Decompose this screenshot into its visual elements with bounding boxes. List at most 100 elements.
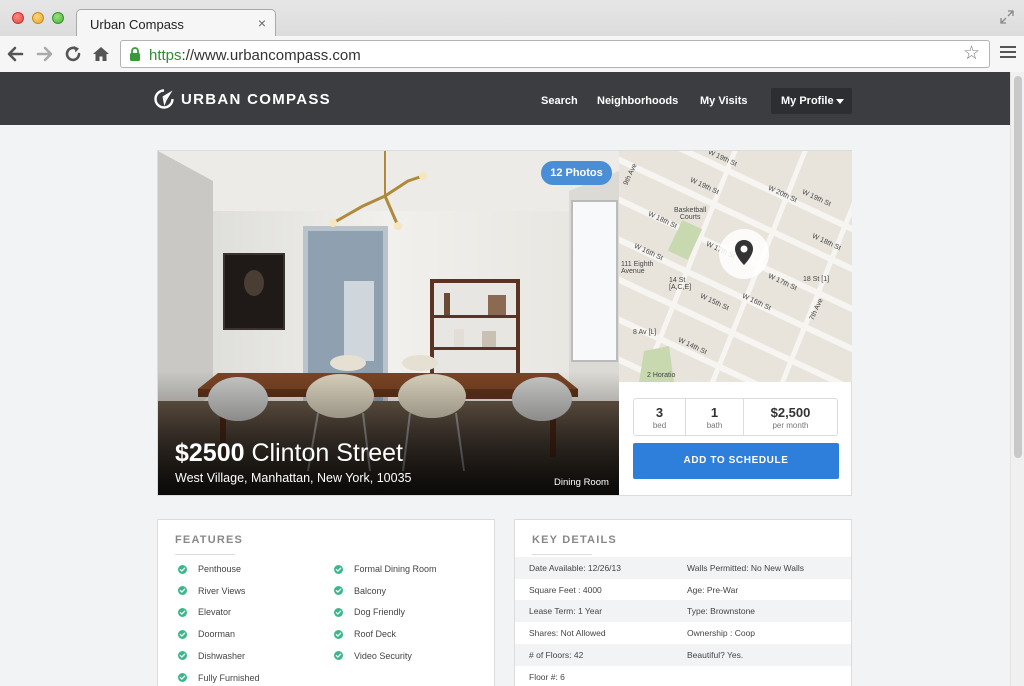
neighborhood-map[interactable]: W 19th St W 20th St W 19th St W 19th St …	[619, 151, 852, 382]
feature-label: Penthouse	[198, 564, 242, 574]
browser-tab[interactable]: Urban Compass ×	[76, 9, 276, 37]
beds-label: bed	[652, 421, 667, 430]
map-label: 2 Horatio	[647, 372, 676, 379]
rent-stat: $2,500 per month	[743, 399, 837, 435]
listing-address: West Village, Manhattan, New York, 10035	[175, 471, 412, 485]
bookmark-star-icon[interactable]: ☆	[963, 44, 983, 64]
page-scrollbar[interactable]	[1010, 72, 1024, 686]
browser-menu-icon[interactable]	[1000, 46, 1016, 60]
check-circle-icon	[178, 651, 187, 661]
site-logo[interactable]: URBAN COMPASS	[153, 88, 331, 110]
nav-my-visits-link[interactable]: My Visits	[700, 95, 748, 107]
reload-icon[interactable]	[63, 44, 83, 64]
map-label: 111 Eighth Avenue	[621, 261, 654, 275]
feature-label: Dog Friendly	[354, 607, 406, 618]
key-detail-cell: Lease Term: 1 Year	[529, 606, 603, 617]
nav-search-link[interactable]: Search	[541, 95, 578, 107]
caret-down-icon	[836, 99, 844, 104]
beds-value: 3	[655, 405, 664, 420]
window-close-button[interactable]	[12, 12, 24, 24]
listing-photo[interactable]: 12 Photos $2500 Clinton Street West Vill…	[158, 151, 619, 495]
key-detail-cell: Square Feet : 4000	[529, 584, 602, 595]
tab-strip: Urban Compass ×	[0, 0, 1024, 37]
check-circle-icon	[178, 586, 187, 596]
feature-item: Video Security	[334, 650, 412, 662]
map-label: Basketball Courts	[674, 207, 707, 221]
map-label: 18 St [1]	[803, 276, 830, 283]
key-detail-cell: Type: Brownstone	[687, 606, 756, 617]
map-pin[interactable]	[719, 229, 769, 279]
url-text: https://www.urbancompass.com	[149, 47, 361, 64]
browser-toolbar: https://www.urbancompass.com ☆	[0, 36, 1024, 72]
check-circle-icon	[334, 586, 343, 596]
listing-price: $2500	[175, 439, 245, 467]
browser-chrome: Urban Compass × https://www.urbancompass…	[0, 0, 1024, 72]
logo-text: URBAN COMPASS	[181, 90, 331, 108]
feature-label: Dishwasher	[198, 650, 246, 661]
back-arrow-icon[interactable]	[6, 44, 26, 64]
feature-label: Elevator	[198, 607, 232, 618]
feature-item: Roof Deck	[334, 628, 396, 640]
key-details-row: Shares: Not Allowed Ownership : Coop	[515, 622, 851, 644]
key-details-row: # of Floors: 42 Beautiful? Yes.	[515, 643, 851, 666]
feature-item: River Views	[178, 585, 245, 597]
baths-value: 1	[710, 405, 719, 420]
fullscreen-icon[interactable]	[1000, 10, 1014, 24]
photos-count-badge[interactable]: 12 Photos	[541, 161, 612, 185]
beds-stat: 3 bed	[634, 399, 685, 435]
key-detail-cell: Floor #: 6	[529, 671, 565, 682]
feature-item: Dog Friendly	[334, 606, 405, 618]
feature-label: Roof Deck	[354, 629, 397, 640]
feature-item: Fully Furnished	[178, 672, 260, 684]
nav-neighborhoods-link[interactable]: Neighborhoods	[597, 95, 678, 107]
address-bar[interactable]: https://www.urbancompass.com ☆	[120, 40, 990, 68]
url-host: ://www.urbancompass.com	[181, 47, 361, 64]
feature-item: Doorman	[178, 628, 235, 640]
check-circle-icon	[334, 651, 343, 661]
map-label: 14 St [A,C,E]	[669, 277, 692, 291]
features-panel: FEATURES Penthouse River Views Elevator Doo…	[157, 519, 495, 686]
listing-street: Clinton Street	[251, 439, 403, 467]
my-profile-label: My Profile	[781, 95, 834, 107]
feature-label: Fully Furnished	[198, 672, 260, 683]
lock-icon	[130, 47, 140, 61]
feature-item: Elevator	[178, 606, 231, 618]
map-label: 8 Av [L]	[633, 329, 657, 336]
check-circle-icon	[334, 607, 343, 617]
my-profile-dropdown[interactable]: My Profile	[771, 88, 852, 114]
feature-label: River Views	[198, 585, 246, 596]
feature-item: Formal Dining Room	[334, 563, 437, 575]
rent-value: $2,500	[770, 405, 811, 420]
feature-label: Balcony	[354, 585, 387, 596]
rent-label: per month	[772, 421, 809, 430]
key-detail-cell: Age: Pre-War	[687, 584, 739, 595]
check-circle-icon	[178, 564, 187, 574]
check-circle-icon	[178, 607, 187, 617]
feature-item: Penthouse	[178, 563, 241, 575]
check-circle-icon	[178, 673, 187, 682]
forward-arrow-icon[interactable]	[34, 44, 54, 64]
add-to-schedule-button[interactable]: ADD TO SCHEDULE	[633, 443, 839, 479]
window-minimize-button[interactable]	[32, 12, 44, 24]
key-detail-cell: Shares: Not Allowed	[529, 628, 606, 639]
feature-label: Video Security	[354, 650, 412, 661]
location-pin-icon	[735, 240, 753, 265]
window-maximize-button[interactable]	[52, 12, 64, 24]
key-details-row: Lease Term: 1 Year Type: Brownstone	[515, 600, 851, 623]
feature-label: Formal Dining Room	[354, 564, 437, 574]
compass-logo-icon	[154, 89, 174, 109]
key-detail-cell: Walls Permitted: No New Walls	[687, 563, 804, 573]
tab-close-icon[interactable]: ×	[258, 15, 266, 31]
key-details-panel: KEY DETAILS Date Available: 12/26/13 Wall…	[514, 519, 852, 686]
url-scheme: https	[149, 47, 182, 64]
key-detail-cell: Ownership : Coop	[687, 628, 756, 639]
key-detail-cell: # of Floors: 42	[529, 649, 584, 660]
home-icon[interactable]	[91, 44, 111, 64]
features-title: FEATURES	[175, 534, 244, 555]
feature-item: Dishwasher	[178, 650, 245, 662]
key-details-row: Floor #: 6	[515, 666, 851, 686]
photo-room-label: Dining Room	[554, 477, 609, 488]
baths-stat: 1 bath	[685, 399, 743, 435]
check-circle-icon	[334, 629, 343, 639]
scrollbar-thumb[interactable]	[1014, 76, 1022, 458]
